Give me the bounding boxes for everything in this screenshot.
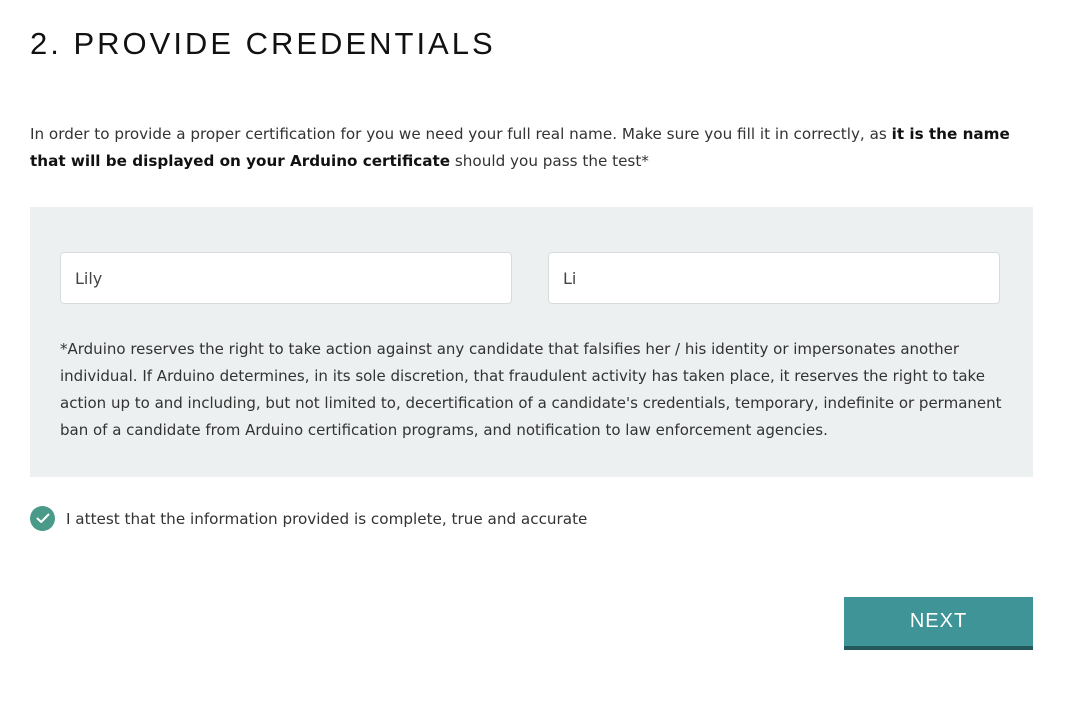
attest-checkbox[interactable]: I attest that the information provided i… [30, 506, 587, 531]
disclaimer-text: *Arduino reserves the right to take acti… [60, 340, 1002, 439]
check-circle-icon[interactable] [30, 506, 55, 531]
last-name-input[interactable] [548, 252, 1000, 304]
first-name-input[interactable] [60, 252, 512, 304]
next-button[interactable]: NEXT [844, 597, 1033, 650]
attest-label: I attest that the information provided i… [66, 509, 588, 528]
intro-part: In order to provide a proper certificati… [30, 125, 892, 143]
credentials-panel: *Arduino reserves the right to take acti… [30, 207, 1033, 477]
page-title: 2. PROVIDE CREDENTIALS [30, 26, 496, 61]
intro-part: should you pass the test* [450, 152, 649, 170]
intro-text: In order to provide a proper certificati… [30, 121, 1050, 175]
